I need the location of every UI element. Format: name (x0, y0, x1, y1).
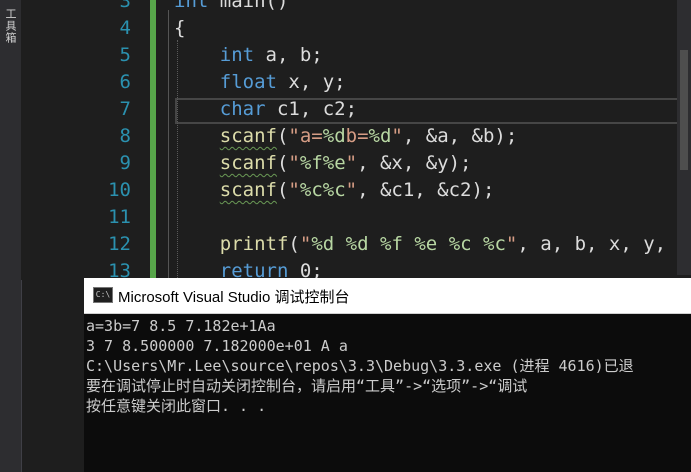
line-number: 3 (119, 0, 131, 12)
code-line-4: { (174, 17, 186, 39)
code-editor[interactable]: int main() { int a, b; float x, y; char … (156, 0, 691, 280)
line-number-gutter: 3 4 5 6 7 8 9 10 11 12 13 (21, 0, 154, 282)
console-line: C:\Users\Mr.Lee\source\repos\3.3\Debug\3… (86, 357, 634, 375)
debug-console-window[interactable]: C:\ Microsoft Visual Studio 调试控制台 a=3b=7… (84, 278, 691, 472)
line-number: 6 (119, 71, 131, 93)
line-number: 9 (119, 152, 131, 174)
line-number: 12 (108, 233, 131, 255)
code-line-5: int a, b; (219, 44, 323, 66)
console-app-icon: C:\ (93, 287, 113, 303)
code-line-10: scanf("%c%c", &c1, &c2); (219, 179, 495, 201)
line-number: 5 (119, 44, 131, 66)
console-title-bar[interactable]: C:\ Microsoft Visual Studio 调试控制台 (84, 278, 691, 314)
scrollbar-thumb[interactable] (680, 50, 688, 170)
code-line-12: printf("%d %d %f %e %c %c", a, b, x, y, … (219, 233, 689, 255)
toolbox-side-tab[interactable]: 工具箱 (0, 0, 22, 472)
code-line-9: scanf("%f%e", &x, &y); (219, 152, 472, 174)
code-line-6: float x, y; (219, 71, 346, 93)
vertical-scrollbar[interactable] (677, 0, 691, 275)
line-number: 8 (119, 125, 131, 147)
line-number: 4 (119, 17, 131, 39)
line-number: 10 (108, 179, 131, 201)
code-line-13: return 0; (219, 260, 323, 280)
line-number: 7 (119, 98, 131, 120)
console-line: 按任意键关闭此窗口. . . (86, 397, 267, 415)
code-line-3: int main() (174, 0, 289, 12)
line-number: 11 (108, 206, 131, 228)
console-line: 要在调试停止时自动关闭控制台，请启用“工具”->“选项”->“调试 (86, 377, 528, 395)
code-line-7: char c1, c2; (219, 98, 358, 120)
console-title: Microsoft Visual Studio 调试控制台 (118, 289, 350, 306)
console-output: a=3b=7 8.5 7.182e+1Aa 3 7 8.500000 7.182… (84, 316, 634, 416)
code-line-8: scanf("a=%db=%d", &a, &b); (219, 125, 518, 147)
console-line: a=3b=7 8.5 7.182e+1Aa (86, 317, 276, 335)
console-line: 3 7 8.500000 7.182000e+01 A a (86, 337, 348, 355)
toolbox-label: 工具箱 (4, 8, 17, 44)
